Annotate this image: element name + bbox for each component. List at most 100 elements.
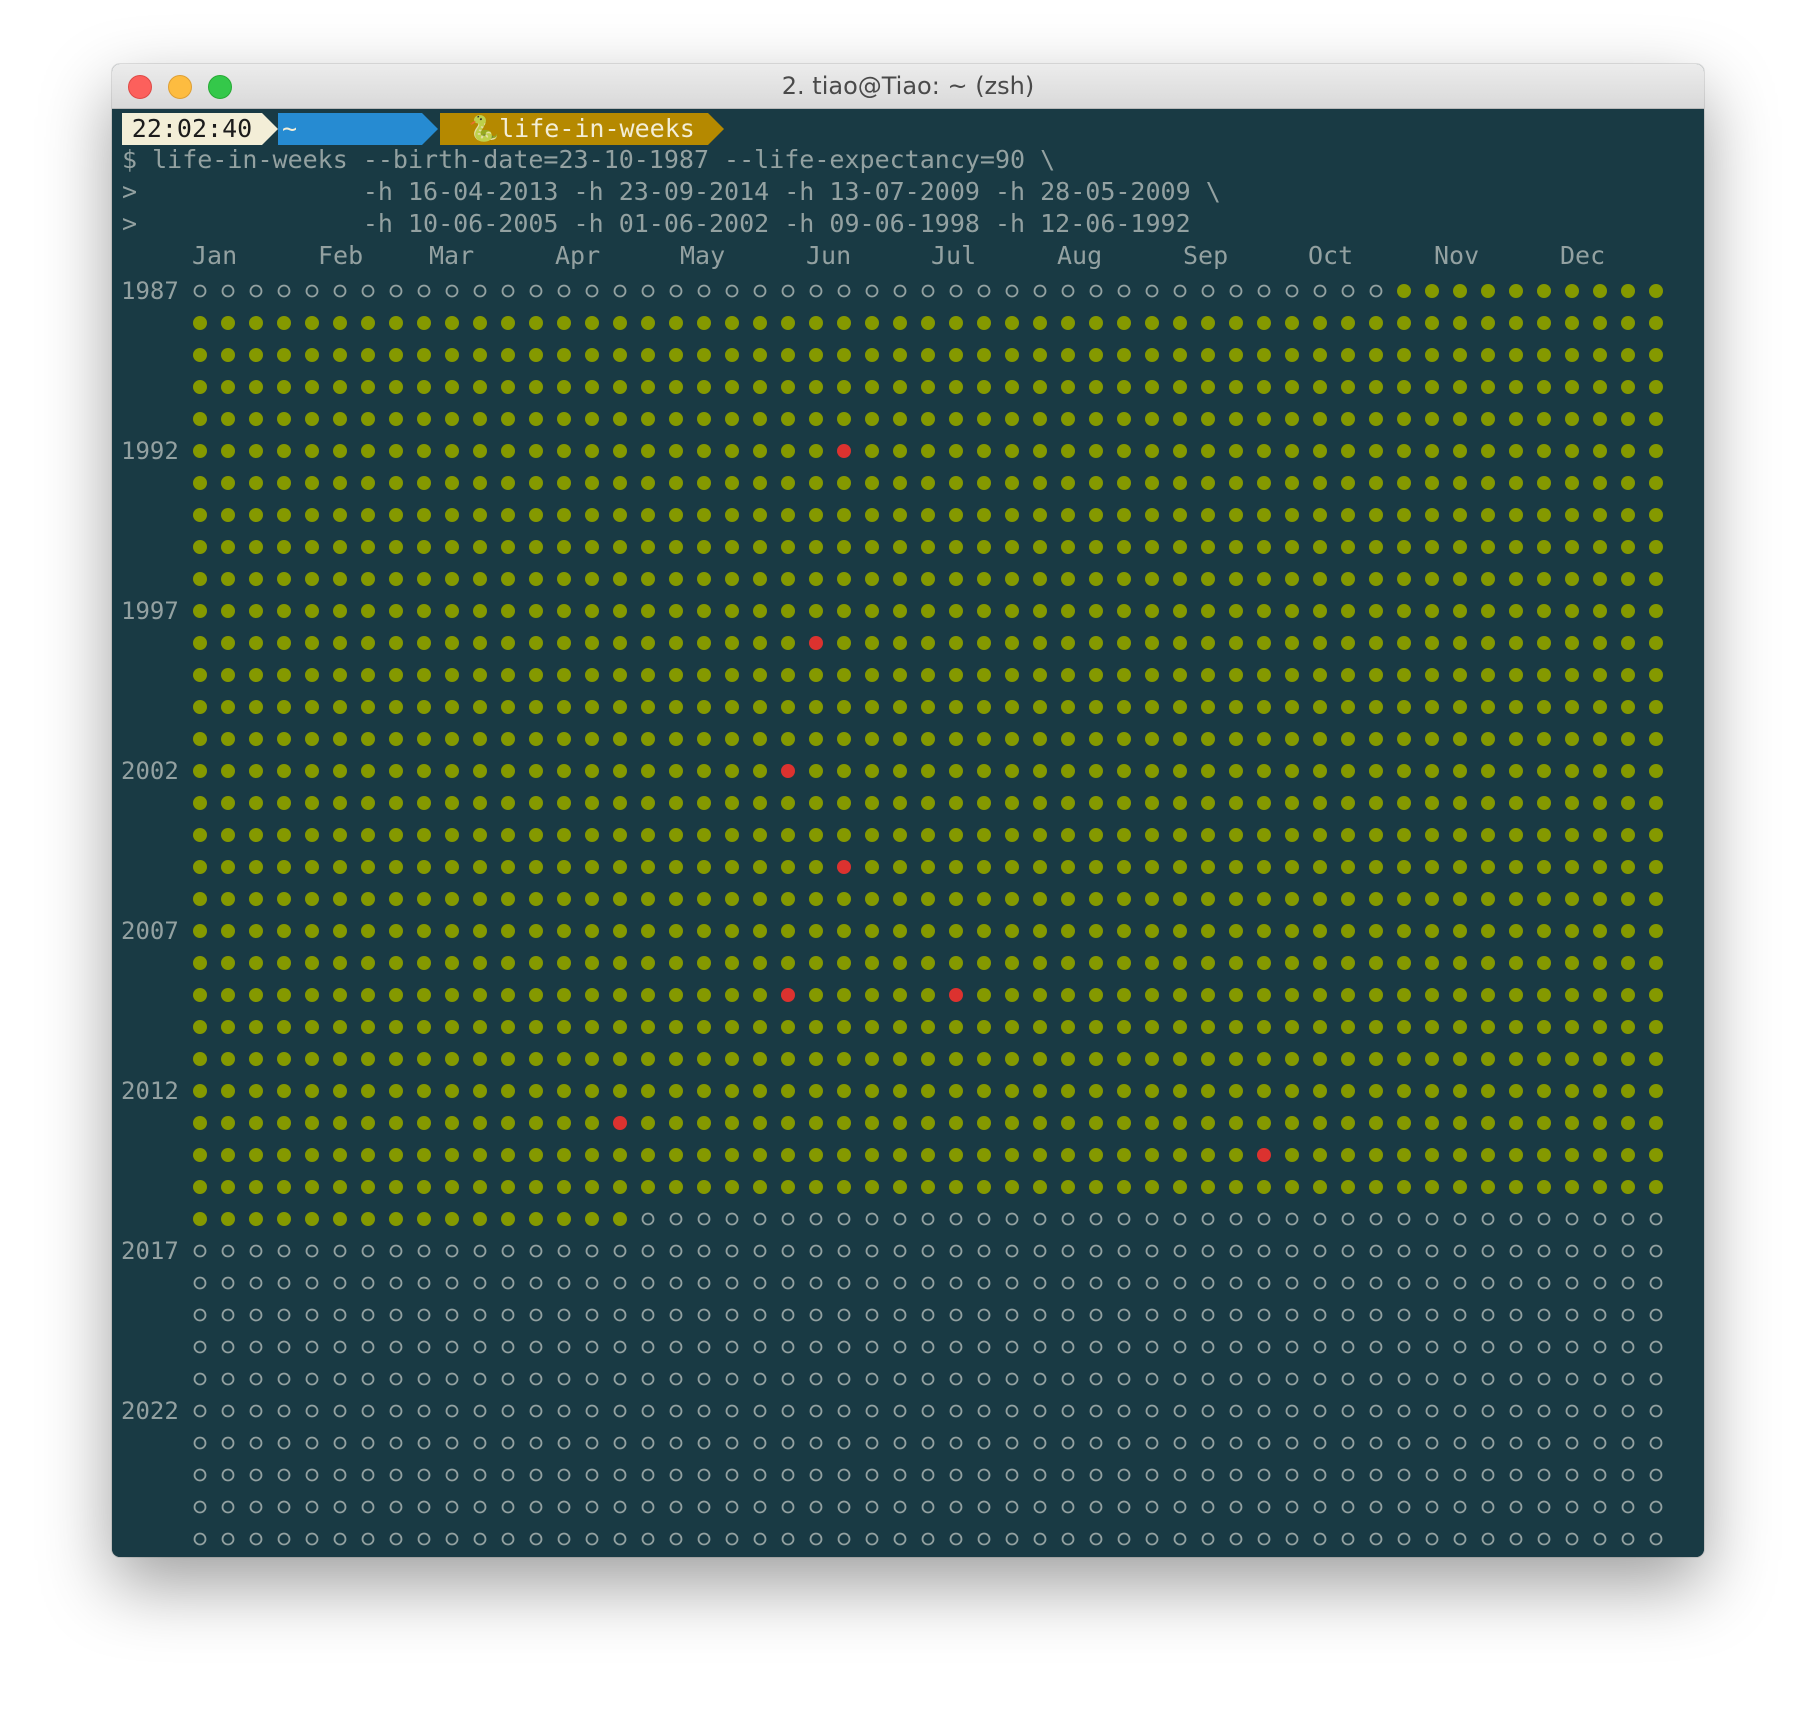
week-dot-lived (277, 764, 291, 778)
week-dot-future (1537, 1532, 1551, 1546)
week-dot-lived (1229, 924, 1243, 938)
week-dot-lived (473, 508, 487, 522)
week-dot-lived (1649, 1052, 1663, 1066)
title-bar[interactable]: 2. tiao@Tiao: ~ (zsh) (112, 64, 1704, 109)
week-dot-lived (1621, 764, 1635, 778)
week-dot-lived (1453, 1052, 1467, 1066)
week-dot-lived (249, 892, 263, 906)
week-dot-lived (417, 1116, 431, 1130)
week-dot-lived (781, 572, 795, 586)
week-dot-lived (1509, 476, 1523, 490)
week-dot-lived (1061, 956, 1075, 970)
week-dot-highlight (837, 860, 851, 874)
week-dot-lived (333, 828, 347, 842)
week-dot-lived (585, 892, 599, 906)
week-dot-lived (641, 1052, 655, 1066)
week-dot-future (1257, 1404, 1271, 1418)
week-dot-lived (417, 956, 431, 970)
week-dot-future (921, 1500, 935, 1514)
week-dot-lived (557, 1148, 571, 1162)
week-dot-lived (529, 924, 543, 938)
week-dot-lived (1509, 380, 1523, 394)
week-dot-future (753, 1532, 767, 1546)
week-dot-lived (1257, 764, 1271, 778)
week-dot-lived (585, 348, 599, 362)
week-dot-lived (1621, 348, 1635, 362)
week-dot-lived (1621, 892, 1635, 906)
week-dot-lived (1201, 828, 1215, 842)
week-dot-lived (1341, 412, 1355, 426)
week-dot-lived (1593, 604, 1607, 618)
week-dot-lived (1509, 1116, 1523, 1130)
week-dot-lived (305, 380, 319, 394)
week-dot-future (613, 1532, 627, 1546)
week-dot-lived (613, 316, 627, 330)
window-title: 2. tiao@Tiao: ~ (zsh) (781, 72, 1035, 100)
week-dot-lived (1425, 700, 1439, 714)
week-dot-future (1397, 1532, 1411, 1546)
week-dot-lived (1257, 1084, 1271, 1098)
week-dot-lived (865, 892, 879, 906)
week-dot-future (809, 284, 823, 298)
week-dot-lived (389, 1084, 403, 1098)
week-dot-lived (753, 988, 767, 1002)
week-dot-lived (1313, 988, 1327, 1002)
week-dot-lived (1481, 444, 1495, 458)
week-dot-lived (837, 508, 851, 522)
week-dot-future (949, 284, 963, 298)
week-dot-lived (1369, 988, 1383, 1002)
week-dot-lived (1621, 988, 1635, 1002)
week-dot-lived (473, 924, 487, 938)
week-dot-lived (501, 604, 515, 618)
week-dot-lived (809, 572, 823, 586)
week-dot-lived (921, 1180, 935, 1194)
week-dot-lived (1061, 1084, 1075, 1098)
week-dot-lived (1593, 476, 1607, 490)
week-dot-lived (389, 1212, 403, 1226)
week-dot-lived (557, 1052, 571, 1066)
week-dot-lived (1117, 924, 1131, 938)
week-dot-lived (473, 1212, 487, 1226)
week-dot-lived (921, 508, 935, 522)
week-dot-lived (501, 1116, 515, 1130)
week-dot-lived (1621, 732, 1635, 746)
week-dot-lived (193, 1020, 207, 1034)
week-dot-lived (977, 988, 991, 1002)
week-dot-lived (333, 1116, 347, 1130)
week-dot-lived (193, 1116, 207, 1130)
week-dot-lived (389, 1116, 403, 1130)
week-dot-future (1173, 1404, 1187, 1418)
week-dot-lived (1481, 1148, 1495, 1162)
week-dot-future (501, 1468, 515, 1482)
week-dot-lived (585, 316, 599, 330)
week-dot-future (1425, 1212, 1439, 1226)
week-dot-lived (725, 764, 739, 778)
week-dot-lived (1481, 1020, 1495, 1034)
week-dot-lived (1397, 540, 1411, 554)
week-dot-future (557, 1436, 571, 1450)
week-dot-lived (977, 636, 991, 650)
week-dot-future (1397, 1372, 1411, 1386)
week-dot-lived (1089, 508, 1103, 522)
week-dot-lived (1005, 1052, 1019, 1066)
week-dot-future (1593, 1340, 1607, 1354)
week-dot-lived (277, 508, 291, 522)
week-dot-lived (473, 1180, 487, 1194)
week-dot-future (445, 1500, 459, 1514)
week-dot-lived (1313, 348, 1327, 362)
week-dot-lived (865, 924, 879, 938)
week-dot-future (977, 1436, 991, 1450)
week-dot-future (557, 1372, 571, 1386)
week-dot-lived (1173, 508, 1187, 522)
week-dot-future (473, 1436, 487, 1450)
week-dot-lived (277, 892, 291, 906)
week-dot-lived (1425, 284, 1439, 298)
week-dot-lived (753, 444, 767, 458)
terminal-content[interactable]: 22:02:40 ~ 🐍life-in-weeks $ life-in-week… (112, 109, 1704, 1557)
week-dot-lived (1565, 380, 1579, 394)
week-dot-lived (837, 828, 851, 842)
week-dot-lived (1621, 412, 1635, 426)
week-dot-lived (417, 476, 431, 490)
week-dot-lived (1201, 604, 1215, 618)
week-dot-lived (977, 828, 991, 842)
